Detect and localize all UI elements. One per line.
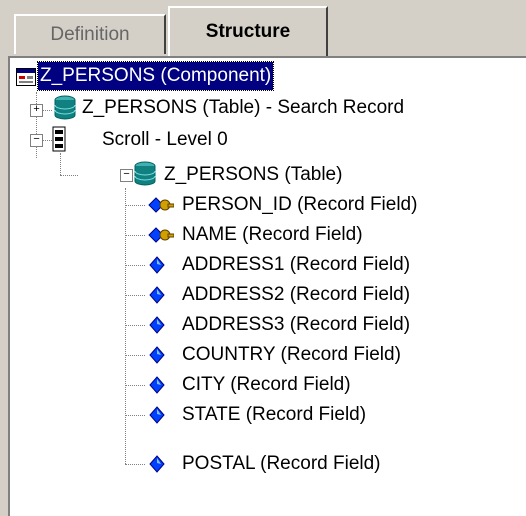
tree-line xyxy=(125,188,126,464)
component-window: Definition Structure Z_PERSONS (Componen… xyxy=(0,0,526,516)
field-diamond-icon xyxy=(149,455,165,473)
tree-node-scroll[interactable]: Scroll - Level 0 xyxy=(100,126,230,154)
component-icon xyxy=(16,68,36,86)
tree-node-label: ADDRESS2 (Record Field) xyxy=(182,284,411,305)
key-field-icon xyxy=(148,197,174,213)
tree-node-label: Z_PERSONS (Table) - Search Record xyxy=(82,97,405,118)
tree-node-field[interactable]: COUNTRY (Record Field) xyxy=(180,341,403,369)
field-diamond-icon xyxy=(149,256,165,274)
tree-line xyxy=(125,265,145,266)
tree-node-table[interactable]: Z_PERSONS (Table) xyxy=(162,161,344,189)
field-diamond-icon xyxy=(149,316,165,334)
database-table-icon xyxy=(134,161,156,186)
tree-node-field[interactable]: POSTAL (Record Field) xyxy=(180,450,383,478)
field-diamond-icon xyxy=(149,286,165,304)
scroll-icon xyxy=(52,126,66,152)
database-table-icon xyxy=(54,95,76,120)
tree-node-label: NAME (Record Field) xyxy=(182,224,363,245)
tree-node-field[interactable]: ADDRESS1 (Record Field) xyxy=(180,251,412,279)
tree-line xyxy=(125,325,145,326)
tab-structure[interactable]: Structure xyxy=(168,6,328,56)
collapse-button[interactable]: − xyxy=(30,134,43,147)
tree-node-search-record[interactable]: Z_PERSONS (Table) - Search Record xyxy=(80,94,406,122)
key-field-icon xyxy=(148,227,174,243)
tree-node-label: Scroll - Level 0 xyxy=(102,129,228,150)
tree-node-field[interactable]: STATE (Record Field) xyxy=(180,401,368,429)
field-diamond-icon xyxy=(149,376,165,394)
tree-node-label: PERSON_ID (Record Field) xyxy=(182,194,418,215)
field-diamond-icon xyxy=(149,346,165,364)
tree-node-label: CITY (Record Field) xyxy=(182,374,351,395)
tree-line xyxy=(125,205,145,206)
tree-line xyxy=(36,92,37,158)
tree-line xyxy=(60,175,78,176)
tree-line xyxy=(125,235,145,236)
collapse-button[interactable]: − xyxy=(120,169,133,182)
tree-line xyxy=(125,415,145,416)
tree-line xyxy=(125,355,145,356)
tab-definition[interactable]: Definition xyxy=(14,14,166,54)
tree-node-field[interactable]: NAME (Record Field) xyxy=(180,221,365,249)
tree-line xyxy=(125,385,145,386)
field-diamond-icon xyxy=(149,406,165,424)
tree-node-label: Z_PERSONS (Table) xyxy=(164,164,343,185)
tree-line xyxy=(125,464,145,465)
tree-node-field[interactable]: CITY (Record Field) xyxy=(180,371,353,399)
tree-node-field[interactable]: PERSON_ID (Record Field) xyxy=(180,191,419,219)
tree-node-component[interactable]: Z_PERSONS (Component) xyxy=(36,61,275,91)
tree-line xyxy=(60,153,61,175)
tree-node-label: COUNTRY (Record Field) xyxy=(182,344,401,365)
expand-button[interactable]: + xyxy=(30,104,43,117)
tree-node-label: ADDRESS1 (Record Field) xyxy=(182,254,411,275)
structure-tree[interactable]: Z_PERSONS (Component) + Z_PERSONS (Table… xyxy=(8,56,526,516)
tree-node-label: POSTAL (Record Field) xyxy=(182,453,381,474)
tree-line xyxy=(125,295,145,296)
tree-node-label: ADDRESS3 (Record Field) xyxy=(182,314,411,335)
tree-node-field[interactable]: ADDRESS3 (Record Field) xyxy=(180,311,412,339)
tree-node-label: Z_PERSONS (Component) xyxy=(36,61,275,91)
tree-node-field[interactable]: ADDRESS2 (Record Field) xyxy=(180,281,412,309)
tree-node-label: STATE (Record Field) xyxy=(182,404,367,425)
